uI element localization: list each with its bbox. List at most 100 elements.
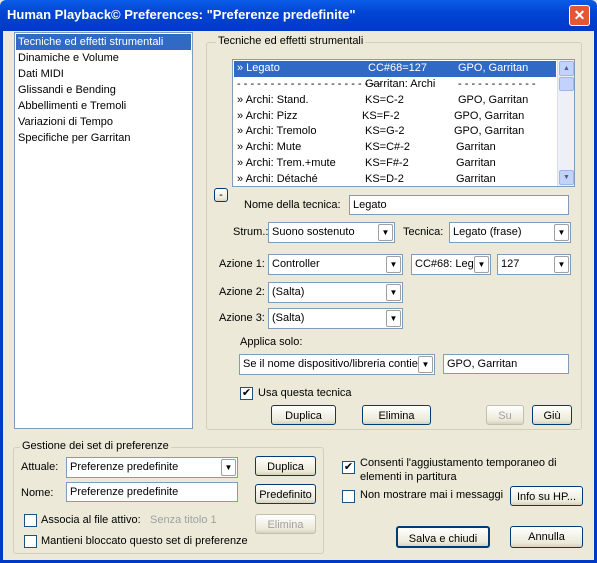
technique-row[interactable]: » Archi: Trem.+mute KS=F#-2 Garritan (234, 156, 556, 172)
technique-name-label: Nome della tecnica: (244, 199, 341, 211)
techniques-group-label: Tecniche ed effetti strumentali (216, 35, 366, 47)
associa-file-name: Senza titolo 1 (150, 514, 217, 526)
chevron-down-icon[interactable]: ▼ (554, 224, 569, 241)
category-item-garritan[interactable]: Specifiche per Garritan (16, 130, 191, 146)
usa-tecnica-checkbox[interactable]: ✔ (240, 387, 253, 400)
technique-row[interactable]: » Archi: Détaché KS=D-2 Garritan (234, 172, 556, 186)
category-item-variazioni[interactable]: Variazioni di Tempo (16, 114, 191, 130)
tecnica-value: Legato (frase) (453, 226, 522, 238)
chevron-down-icon[interactable]: ▼ (221, 459, 236, 476)
techniques-list[interactable]: » Legato CC#68=127 GPO, Garritan - - - -… (232, 59, 575, 187)
elimina-technique-button[interactable]: Elimina (362, 405, 431, 425)
azione2-select[interactable]: (Salta) ▼ (268, 282, 403, 303)
techniques-scrollbar[interactable]: ▲ ▼ (557, 60, 574, 186)
azione1-val-value: 127 (501, 258, 520, 270)
technique-name-field[interactable]: Legato (349, 195, 569, 215)
attuale-value: Preferenze predefinite (70, 461, 179, 473)
tecnica-select[interactable]: Legato (frase) ▼ (449, 222, 571, 243)
salva-chiudi-button[interactable]: Salva e chiudi (396, 526, 490, 548)
azione1-label: Azione 1: (219, 258, 265, 270)
info-hp-button[interactable]: Info su HP... (510, 486, 583, 506)
azione1-select[interactable]: Controller ▼ (268, 254, 403, 275)
technique-name: » Archi: Stand. (237, 94, 309, 106)
technique-name: » Archi: Mute (237, 141, 302, 153)
azione3-label: Azione 3: (219, 312, 265, 324)
close-button[interactable]: ✕ (569, 5, 590, 26)
technique-row[interactable]: » Archi: Tremolo KS=G-2 GPO, Garritan (234, 124, 556, 140)
technique-name: » Archi: Pizz (237, 110, 298, 122)
technique-action: CC#68=127 (368, 62, 428, 74)
technique-name: » Archi: Détaché (237, 173, 318, 185)
duplica-technique-button[interactable]: Duplica (271, 405, 336, 425)
technique-library: GPO, Garritan (454, 125, 525, 137)
mantieni-label: Mantieni bloccato questo set di preferen… (41, 535, 248, 547)
predefinito-button[interactable]: Predefinito (255, 484, 316, 504)
technique-library: Garritan (456, 141, 496, 153)
attuale-label: Attuale: (21, 461, 59, 473)
annulla-button[interactable]: Annulla (510, 526, 583, 548)
presets-group-label: Gestione dei set di preferenze (20, 440, 171, 452)
technique-library: Garritan (456, 157, 496, 169)
giu-button[interactable]: Giù (532, 405, 572, 425)
nome-label: Nome: (21, 487, 54, 499)
duplica-preset-button[interactable]: Duplica (255, 456, 316, 476)
nome-field[interactable]: Preferenze predefinite (66, 482, 238, 502)
mantieni-checkbox[interactable] (24, 535, 37, 548)
category-item-dinamiche[interactable]: Dinamiche e Volume (16, 50, 191, 66)
technique-library: Garritan (456, 173, 496, 185)
category-item-tecniche[interactable]: Tecniche ed effetti strumentali (16, 34, 191, 50)
consenti-label-line1: Consenti l'aggiustamento temporaneo di (360, 457, 557, 469)
chevron-down-icon[interactable]: ▼ (386, 284, 401, 301)
category-item-dati-midi[interactable]: Dati MIDI (16, 66, 191, 82)
usa-tecnica-label: Usa questa tecnica (258, 387, 352, 399)
azione1-val-select[interactable]: 127 ▼ (497, 254, 571, 275)
strum-select[interactable]: Suono sostenuto ▼ (268, 222, 395, 243)
technique-action: Garritan: Archi (365, 78, 436, 90)
strum-value: Suono sostenuto (272, 226, 355, 238)
applica-label: Applica solo: (240, 336, 303, 348)
azione1-value: Controller (272, 258, 320, 270)
azione3-select[interactable]: (Salta) ▼ (268, 308, 403, 329)
technique-row[interactable]: » Archi: Pizz KS=F-2 GPO, Garritan (234, 109, 556, 125)
applica-select[interactable]: Se il nome dispositivo/libreria contien … (239, 354, 435, 375)
chevron-down-icon[interactable]: ▼ (386, 310, 401, 327)
technique-action: KS=D-2 (365, 173, 404, 185)
collapse-button[interactable]: - (214, 188, 228, 202)
azione3-value: (Salta) (272, 312, 305, 324)
su-button[interactable]: Su (486, 405, 524, 425)
chevron-down-icon[interactable]: ▼ (386, 256, 401, 273)
applica-value: Se il nome dispositivo/libreria contien (243, 358, 424, 370)
technique-library: GPO, Garritan (454, 110, 525, 122)
technique-name: » Archi: Trem.+mute (237, 157, 336, 169)
category-list[interactable]: Tecniche ed effetti strumentali Dinamich… (14, 32, 193, 429)
technique-action: KS=G-2 (365, 125, 405, 137)
associa-checkbox[interactable] (24, 514, 37, 527)
azione2-value: (Salta) (272, 286, 305, 298)
technique-row[interactable]: » Archi: Stand. KS=C-2 GPO, Garritan (234, 93, 556, 109)
technique-library: - - - - - - - - - - - - (458, 78, 536, 90)
scroll-down-icon[interactable]: ▼ (559, 170, 574, 185)
category-item-glissandi[interactable]: Glissandi e Bending (16, 82, 191, 98)
attuale-select[interactable]: Preferenze predefinite ▼ (66, 457, 238, 478)
azione1-cc-select[interactable]: CC#68: Leg ▼ (411, 254, 491, 275)
technique-row[interactable]: - - - - - - - - - - - - - - - - - - - - … (234, 77, 556, 93)
non-mostrare-checkbox[interactable] (342, 490, 355, 503)
applica-text-field[interactable]: GPO, Garritan (443, 354, 569, 374)
scroll-up-icon[interactable]: ▲ (559, 61, 574, 76)
category-item-abbellimenti[interactable]: Abbellimenti e Tremoli (16, 98, 191, 114)
chevron-down-icon[interactable]: ▼ (554, 256, 569, 273)
technique-name: » Legato (237, 62, 280, 74)
technique-action: KS=C-2 (365, 94, 404, 106)
chevron-down-icon[interactable]: ▼ (474, 256, 489, 273)
technique-row[interactable]: » Legato CC#68=127 GPO, Garritan (234, 61, 556, 77)
consenti-checkbox[interactable]: ✔ (342, 461, 355, 474)
technique-library: GPO, Garritan (458, 94, 529, 106)
consenti-label-line2: elementi in partitura (360, 471, 457, 483)
elimina-preset-button[interactable]: Elimina (255, 514, 316, 534)
technique-row[interactable]: » Archi: Mute KS=C#-2 Garritan (234, 140, 556, 156)
chevron-down-icon[interactable]: ▼ (378, 224, 393, 241)
technique-action: KS=C#-2 (365, 141, 410, 153)
scroll-thumb[interactable] (559, 77, 574, 91)
chevron-down-icon[interactable]: ▼ (418, 356, 433, 373)
azione2-label: Azione 2: (219, 286, 265, 298)
